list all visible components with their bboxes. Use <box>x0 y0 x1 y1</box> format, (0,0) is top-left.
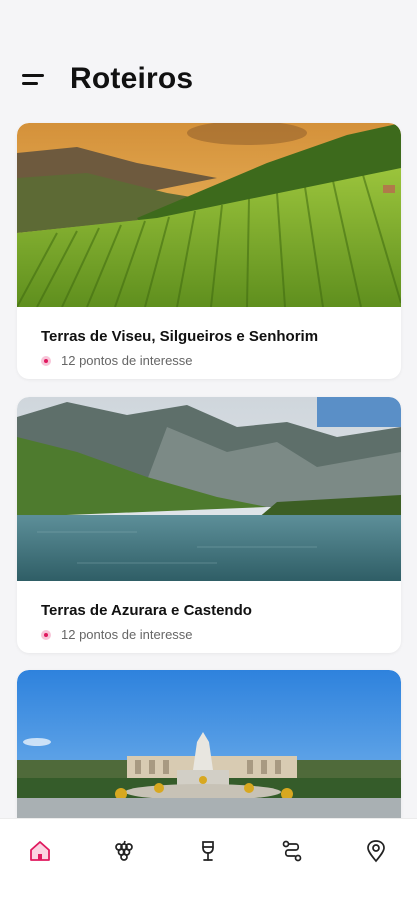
bottom-tab-bar <box>0 818 417 901</box>
route-title: Terras de Azurara e Castendo <box>41 602 252 619</box>
tab-grapes[interactable] <box>102 829 146 873</box>
route-card[interactable]: Terras de Viseu, Silgueiros e Senhorim 1… <box>17 123 401 379</box>
route-title: Terras de Viseu, Silgueiros e Senhorim <box>41 328 319 345</box>
points-count: 12 pontos de interesse <box>61 353 193 368</box>
points-count: 12 pontos de interesse <box>61 627 193 642</box>
points-of-interest-icon <box>41 356 51 366</box>
palace-fountain-photo <box>17 670 401 818</box>
route-points: 12 pontos de interesse <box>41 627 193 642</box>
location-pin-icon <box>367 840 385 863</box>
tab-map[interactable] <box>354 829 398 873</box>
route-card[interactable] <box>17 670 401 818</box>
vineyard-hills-photo <box>17 123 401 307</box>
route-icon <box>282 840 302 862</box>
mountain-lake-photo <box>17 397 401 581</box>
route-points: 12 pontos de interesse <box>41 353 193 368</box>
app-header: Roteiros <box>0 0 417 118</box>
grapes-icon <box>115 840 133 861</box>
tab-home[interactable] <box>18 829 62 873</box>
tab-routes[interactable] <box>270 829 314 873</box>
wine-glass-icon <box>202 841 214 861</box>
home-icon <box>30 841 50 861</box>
route-card[interactable]: Terras de Azurara e Castendo 12 pontos d… <box>17 397 401 653</box>
hamburger-menu-icon[interactable] <box>22 70 50 94</box>
tab-wine[interactable] <box>186 829 230 873</box>
routes-list[interactable]: Terras de Viseu, Silgueiros e Senhorim 1… <box>0 118 417 818</box>
page-title: Roteiros <box>70 62 194 95</box>
points-of-interest-icon <box>41 630 51 640</box>
